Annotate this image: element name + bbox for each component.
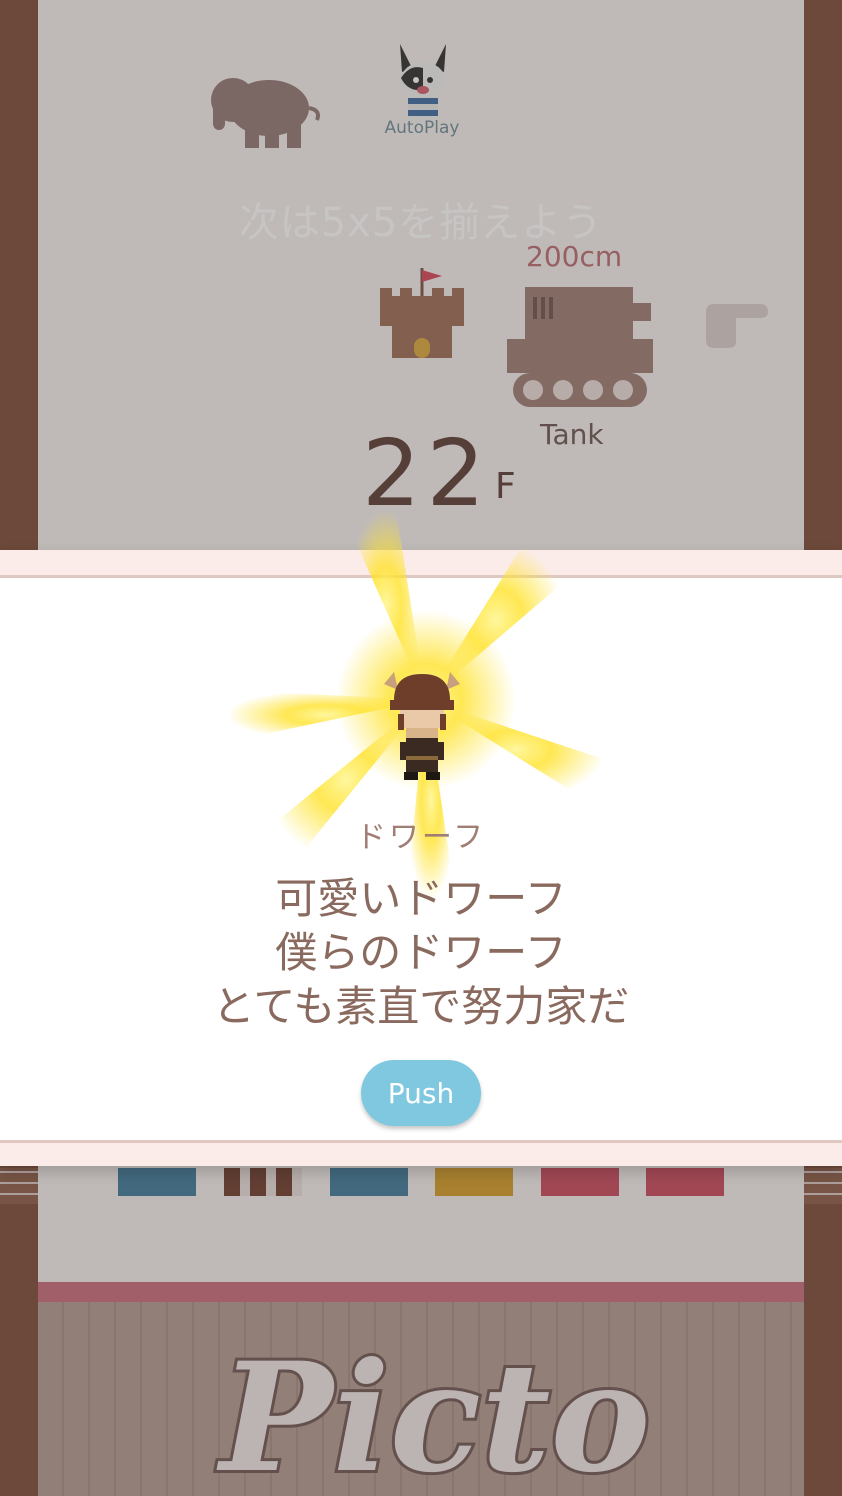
character-name: ドワーフ — [355, 820, 487, 855]
push-button[interactable]: Push — [361, 1060, 481, 1126]
description-line: 可愛いドワーフ — [275, 874, 567, 923]
character-description: 可愛いドワーフ 僕らのドワーフ とても素直で努力家だ — [0, 872, 842, 1034]
description-line: とても素直で努力家だ — [212, 982, 630, 1031]
popup-bottom-border — [0, 1140, 842, 1166]
dwarf-character — [384, 672, 460, 780]
description-line: 僕らのドワーフ — [275, 928, 567, 977]
